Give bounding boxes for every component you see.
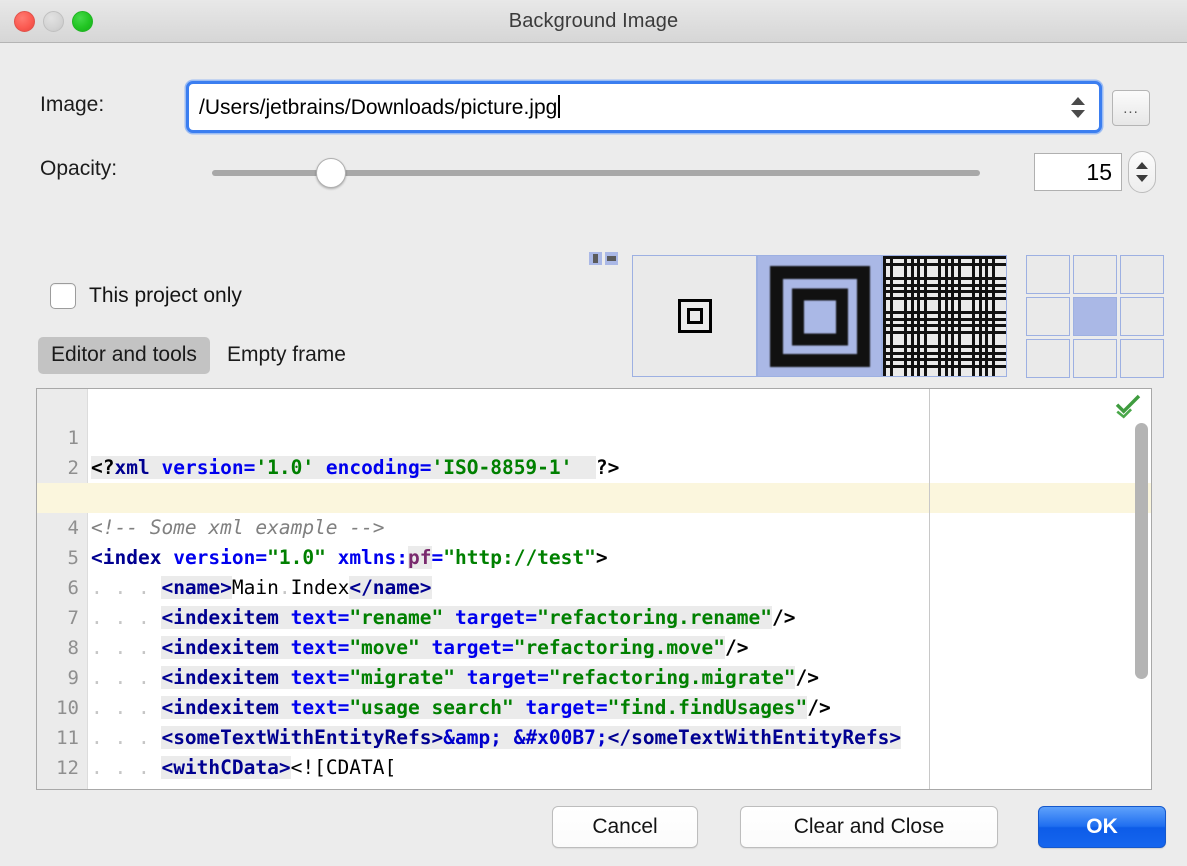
center-square-icon bbox=[678, 299, 712, 333]
code-line: 3 <!-- Some xml example --> bbox=[37, 453, 1151, 483]
anchor-cell-bottom-left[interactable] bbox=[1026, 339, 1070, 378]
dialog-body: Image: /Users/jetbrains/Downloads/pictur… bbox=[0, 43, 1187, 844]
anchor-cell-middle-center[interactable] bbox=[1073, 297, 1117, 336]
editor-scrollbar-thumb[interactable] bbox=[1135, 423, 1148, 679]
code-line: 12 . . . . . . . . . . . <object.class="… bbox=[37, 723, 1151, 753]
window-controls bbox=[14, 0, 93, 42]
opacity-row: Opacity: 15 bbox=[0, 146, 1187, 206]
opacity-value-field[interactable]: 15 bbox=[1034, 153, 1122, 191]
text-caret bbox=[558, 95, 560, 118]
anchor-cell-bottom-right[interactable] bbox=[1120, 339, 1164, 378]
anchor-cell-top-left[interactable] bbox=[1026, 255, 1070, 294]
minimize-button[interactable] bbox=[43, 11, 64, 32]
clear-and-close-button[interactable]: Clear and Close bbox=[740, 806, 998, 848]
opacity-slider[interactable] bbox=[212, 158, 980, 188]
code-line: 11 . . . <withCData><![CDATA[ bbox=[37, 693, 1151, 723]
chevron-up-icon bbox=[1071, 97, 1085, 105]
code-line: 6 . . . <indexitem text="rename" target=… bbox=[37, 543, 1151, 573]
title-bar: Background Image bbox=[0, 0, 1187, 43]
ok-button[interactable]: OK bbox=[1038, 806, 1166, 848]
anchor-cell-middle-right[interactable] bbox=[1120, 297, 1164, 336]
code-line: 10 . . . <someTextWithEntityRefs>&amp; &… bbox=[37, 663, 1151, 693]
window-title: Background Image bbox=[509, 10, 678, 33]
this-project-only-checkbox[interactable] bbox=[50, 283, 76, 309]
scale-mode-horizontal-icon[interactable] bbox=[605, 252, 618, 265]
stepper-down-icon[interactable] bbox=[1136, 175, 1148, 182]
vertical-bar-glyph bbox=[593, 254, 598, 263]
code-line: 7 . . . <indexitem text="move" target="r… bbox=[37, 573, 1151, 603]
code-line: 1 <?xml version='1.0' encoding='ISO-8859… bbox=[37, 393, 1151, 423]
this-project-only-label: This project only bbox=[89, 284, 242, 308]
line-number: 13 bbox=[37, 783, 79, 790]
image-path-input[interactable]: /Users/jetbrains/Downloads/picture.jpg bbox=[199, 95, 1061, 120]
opacity-label: Opacity: bbox=[40, 157, 117, 181]
scale-mode-toggles bbox=[589, 252, 618, 265]
tab-empty-frame[interactable]: Empty frame bbox=[214, 337, 359, 374]
combobox-stepper-icon[interactable] bbox=[1061, 84, 1095, 130]
this-project-only-row[interactable]: This project only bbox=[50, 283, 242, 309]
close-button[interactable] bbox=[14, 11, 35, 32]
stepper-up-icon[interactable] bbox=[1136, 162, 1148, 169]
line-code: . . . . . . . . . . . <object.class="MyC… bbox=[91, 783, 807, 790]
scale-mode-vertical-icon[interactable] bbox=[589, 252, 602, 265]
code-line: 4 <index version="1.0" xmlns:pf="http://… bbox=[37, 483, 1151, 513]
anchor-cell-top-center[interactable] bbox=[1073, 255, 1117, 294]
anchor-cell-middle-left[interactable] bbox=[1026, 297, 1070, 336]
image-label: Image: bbox=[40, 93, 104, 117]
horizontal-bar-glyph bbox=[607, 256, 616, 261]
tiled-pattern-icon bbox=[883, 256, 1007, 377]
code-line: 8 . . . <indexitem text="migrate" target… bbox=[37, 603, 1151, 633]
preview-tiled[interactable] bbox=[882, 255, 1007, 377]
image-path-value: /Users/jetbrains/Downloads/picture.jpg bbox=[199, 96, 557, 119]
code-line: 2 <!DOCTYPE index> bbox=[37, 423, 1151, 453]
opacity-stepper[interactable] bbox=[1128, 151, 1156, 193]
dialog-footer: Cancel Clear and Close OK bbox=[0, 806, 1187, 866]
image-path-combobox[interactable]: /Users/jetbrains/Downloads/picture.jpg bbox=[186, 81, 1102, 133]
tab-editor-and-tools[interactable]: Editor and tools bbox=[38, 337, 210, 374]
preview-scaled[interactable] bbox=[757, 255, 882, 377]
browse-button[interactable]: ... bbox=[1112, 90, 1150, 126]
preview-center[interactable] bbox=[632, 255, 757, 377]
green-double-check-icon[interactable] bbox=[1115, 394, 1141, 420]
anchor-cell-bottom-center[interactable] bbox=[1073, 339, 1117, 378]
chevron-down-icon bbox=[1071, 110, 1085, 118]
scaled-square-icon bbox=[770, 266, 870, 367]
cancel-button[interactable]: Cancel bbox=[552, 806, 698, 848]
code-line: 9 . . . <indexitem text="usage search" t… bbox=[37, 633, 1151, 663]
anchor-position-grid bbox=[1026, 255, 1164, 378]
code-editor-preview[interactable]: 1 <?xml version='1.0' encoding='ISO-8859… bbox=[36, 388, 1152, 790]
image-row: Image: /Users/jetbrains/Downloads/pictur… bbox=[0, 81, 1187, 137]
anchor-cell-top-right[interactable] bbox=[1120, 255, 1164, 294]
preview-thumbnails bbox=[632, 255, 1007, 377]
slider-thumb[interactable] bbox=[316, 158, 346, 188]
maximize-button[interactable] bbox=[72, 11, 93, 32]
code-line: 13 . . . . . . . . . . </object> bbox=[37, 753, 1151, 783]
code-line: 5 . . . <name>Main.Index</name> bbox=[37, 513, 1151, 543]
tab-bar: Editor and tools Empty frame bbox=[38, 337, 359, 374]
right-margin-line bbox=[929, 389, 930, 789]
editor-content: 1 <?xml version='1.0' encoding='ISO-8859… bbox=[37, 389, 1151, 789]
